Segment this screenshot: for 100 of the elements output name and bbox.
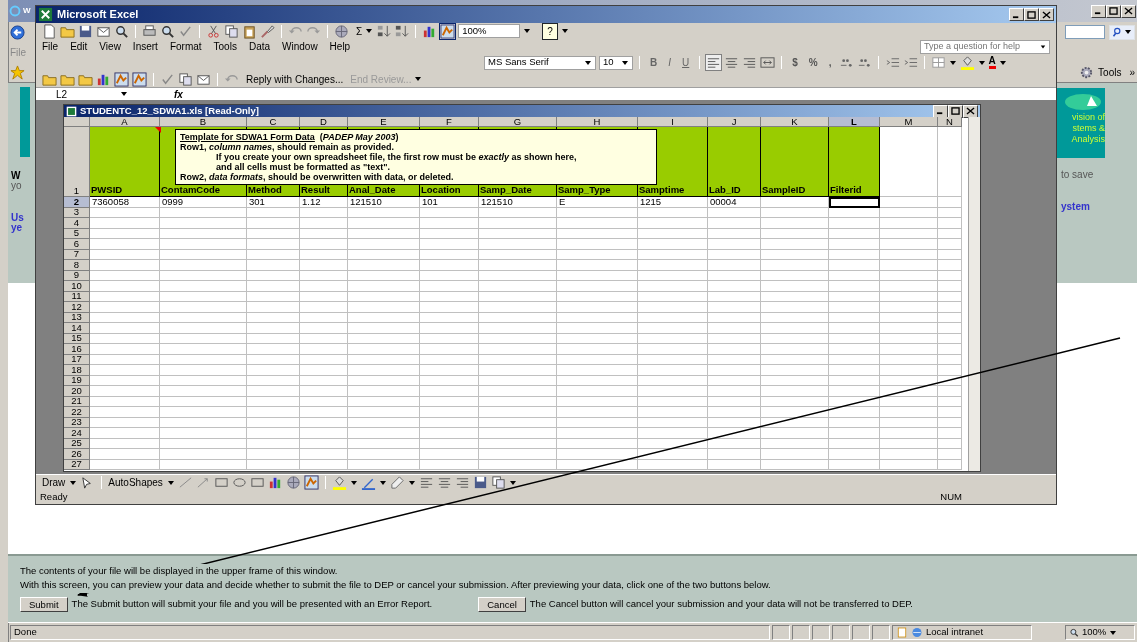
table-cell[interactable]	[247, 218, 300, 229]
table-cell[interactable]	[938, 312, 962, 323]
table-cell[interactable]	[348, 218, 420, 229]
close-button[interactable]	[1121, 4, 1136, 18]
table-cell[interactable]	[90, 333, 160, 344]
table-cell[interactable]	[708, 417, 761, 428]
table-cell[interactable]	[90, 270, 160, 281]
table-cell[interactable]	[348, 312, 420, 323]
table-cell[interactable]	[420, 365, 479, 376]
table-cell[interactable]	[420, 260, 479, 271]
table-cell[interactable]	[90, 249, 160, 260]
table-cell[interactable]	[479, 218, 557, 229]
table-cell[interactable]	[348, 333, 420, 344]
table-cell[interactable]	[300, 260, 348, 271]
table-cell[interactable]	[90, 239, 160, 250]
row-header[interactable]: 5	[64, 228, 90, 239]
link[interactable]: ye	[11, 223, 35, 233]
row-header[interactable]: 1	[64, 127, 90, 197]
column-header[interactable]: F	[420, 117, 479, 127]
table-cell[interactable]	[761, 459, 829, 470]
table-cell[interactable]	[300, 218, 348, 229]
menu-item[interactable]: View	[99, 39, 121, 54]
table-cell[interactable]	[557, 354, 638, 365]
minimize-button[interactable]	[933, 104, 948, 118]
table-cell[interactable]	[638, 302, 708, 313]
table-cell[interactable]	[557, 417, 638, 428]
table-cell[interactable]	[479, 207, 557, 218]
table-cell[interactable]	[638, 365, 708, 376]
row-header[interactable]: 11	[64, 291, 90, 302]
table-cell[interactable]	[638, 417, 708, 428]
table-cell[interactable]	[938, 438, 962, 449]
select-all-button[interactable]	[64, 117, 90, 127]
link[interactable]: Us	[11, 213, 35, 223]
table-cell[interactable]	[638, 218, 708, 229]
table-cell[interactable]	[638, 344, 708, 355]
table-cell[interactable]	[247, 228, 300, 239]
table-cell[interactable]	[829, 396, 880, 407]
table-cell[interactable]	[479, 323, 557, 334]
table-cell[interactable]	[829, 365, 880, 376]
picture-icon[interactable]	[303, 475, 319, 490]
table-cell[interactable]	[247, 239, 300, 250]
table-cell[interactable]	[638, 249, 708, 260]
table-cell[interactable]	[880, 333, 938, 344]
table-cell[interactable]	[479, 459, 557, 470]
table-cell[interactable]	[300, 291, 348, 302]
table-cell[interactable]	[557, 260, 638, 271]
format-button[interactable]: B	[646, 55, 662, 70]
table-cell[interactable]	[348, 407, 420, 418]
table-cell[interactable]	[938, 407, 962, 418]
table-cell[interactable]	[829, 386, 880, 397]
table-cell[interactable]	[708, 228, 761, 239]
row-header[interactable]: 10	[64, 281, 90, 292]
table-cell[interactable]	[938, 127, 962, 197]
table-cell[interactable]	[348, 354, 420, 365]
table-cell[interactable]	[557, 281, 638, 292]
table-cell[interactable]	[348, 260, 420, 271]
back-button[interactable]	[10, 24, 25, 40]
table-cell[interactable]	[638, 428, 708, 439]
table-cell[interactable]	[708, 270, 761, 281]
table-cell[interactable]	[938, 197, 962, 208]
table-cell[interactable]	[300, 407, 348, 418]
table-cell[interactable]	[479, 365, 557, 376]
sum-button[interactable]: Σ	[356, 23, 363, 39]
table-cell[interactable]	[938, 281, 962, 292]
printer-icon[interactable]	[142, 23, 157, 39]
caret-icon[interactable]	[349, 479, 358, 486]
caret-icon[interactable]	[407, 479, 416, 486]
table-cell[interactable]	[348, 302, 420, 313]
column-header[interactable]: H	[557, 117, 638, 127]
table-cell[interactable]	[90, 386, 160, 397]
table-cell[interactable]	[90, 438, 160, 449]
table-cell[interactable]	[90, 407, 160, 418]
column-header[interactable]: I	[638, 117, 708, 127]
table-cell[interactable]	[938, 459, 962, 470]
table-cell[interactable]	[479, 375, 557, 386]
table-cell[interactable]	[708, 239, 761, 250]
table-cell[interactable]	[880, 207, 938, 218]
column-header[interactable]: G	[479, 117, 557, 127]
table-cell[interactable]	[938, 239, 962, 250]
table-cell[interactable]	[348, 323, 420, 334]
action-button[interactable]: Submit	[20, 596, 68, 612]
row-header[interactable]: 27	[64, 459, 90, 470]
table-cell[interactable]	[247, 312, 300, 323]
table-cell[interactable]	[557, 218, 638, 229]
arrow-icon[interactable]	[195, 475, 211, 490]
fill-color-icon[interactable]	[331, 475, 347, 490]
table-cell[interactable]	[300, 312, 348, 323]
table-cell[interactable]	[479, 302, 557, 313]
table-cell[interactable]	[638, 354, 708, 365]
table-cell[interactable]	[420, 375, 479, 386]
table-cell[interactable]	[90, 344, 160, 355]
table-cell[interactable]	[247, 302, 300, 313]
table-cell[interactable]	[829, 207, 880, 218]
table-cell[interactable]	[638, 375, 708, 386]
table-cell[interactable]	[160, 270, 247, 281]
table-cell[interactable]	[420, 438, 479, 449]
table-cell[interactable]	[479, 249, 557, 260]
menu-item[interactable]: Help	[329, 39, 351, 54]
table-cell[interactable]	[160, 386, 247, 397]
table-cell[interactable]	[300, 228, 348, 239]
